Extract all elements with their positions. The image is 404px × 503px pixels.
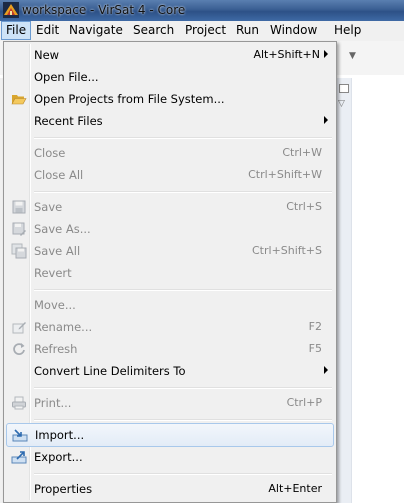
app-icon <box>3 2 19 18</box>
menu-item-import[interactable]: Import... <box>6 423 334 447</box>
menu-item-close-all[interactable]: Close All Ctrl+Shift+W <box>6 164 334 186</box>
view-menu-icon[interactable]: ▽ <box>338 99 345 109</box>
menu-item-refresh[interactable]: Refresh F5 <box>6 338 334 360</box>
save-as-icon <box>12 222 26 236</box>
menu-item-label: Save As... <box>34 222 91 236</box>
file-menu: New Alt+Shift+N Open File... Open Projec… <box>3 41 337 503</box>
menu-item-label: Refresh <box>34 342 78 356</box>
save-all-icon <box>11 243 27 259</box>
menu-item-save[interactable]: Save Ctrl+S <box>6 196 334 218</box>
menu-item-accelerator: Ctrl+P <box>286 396 322 409</box>
menu-item-accelerator: Ctrl+Shift+W <box>248 168 322 181</box>
menu-item-accelerator: Alt+Enter <box>268 482 322 495</box>
refresh-icon <box>13 343 25 355</box>
submenu-arrow-icon <box>324 116 328 124</box>
minimize-icon[interactable] <box>339 84 349 93</box>
menu-run[interactable]: Run <box>232 22 263 39</box>
menu-item-move[interactable]: Move... <box>6 294 334 316</box>
menu-item-accelerator: Ctrl+W <box>282 146 322 159</box>
menu-item-label: Import... <box>35 428 85 442</box>
menu-item-print[interactable]: Print... Ctrl+P <box>6 392 334 414</box>
menu-help[interactable]: Help <box>330 22 365 39</box>
menu-item-label: New <box>34 48 60 62</box>
menu-item-accelerator: Ctrl+S <box>286 200 322 213</box>
menu-item-recent-files[interactable]: Recent Files <box>6 110 334 132</box>
menu-item-label: Print... <box>34 396 72 410</box>
menu-item-label: Save <box>34 200 63 214</box>
menu-bar: File Edit Navigate Search Project Run Wi… <box>0 21 404 42</box>
menu-item-label: Export... <box>34 450 83 464</box>
title-bar: workspace - VirSat 4 - Core <box>0 0 404 21</box>
perspective-dropdown-icon[interactable]: ▼ <box>349 51 356 61</box>
menu-item-label: Open Projects from File System... <box>34 92 225 106</box>
submenu-arrow-icon <box>324 50 328 58</box>
menu-search[interactable]: Search <box>129 22 178 39</box>
menu-edit[interactable]: Edit <box>32 22 63 39</box>
menu-item-label: Close All <box>34 168 84 182</box>
menu-item-accelerator: Alt+Shift+N <box>253 48 320 61</box>
rename-icon <box>12 322 26 334</box>
menu-item-label: Convert Line Delimiters To <box>34 364 186 378</box>
menu-item-label: Recent Files <box>34 114 103 128</box>
menu-item-convert-line-delimiters[interactable]: Convert Line Delimiters To <box>6 360 334 382</box>
menu-item-save-all[interactable]: Save All Ctrl+Shift+S <box>6 240 334 262</box>
menu-separator <box>34 137 332 139</box>
menu-item-close[interactable]: Close Ctrl+W <box>6 142 334 164</box>
folder-open-icon <box>11 95 27 105</box>
window-title: workspace - VirSat 4 - Core <box>22 3 186 17</box>
menu-separator <box>34 191 332 193</box>
submenu-arrow-icon <box>324 366 328 374</box>
editor-area <box>351 78 404 503</box>
menu-separator <box>34 387 332 389</box>
print-icon <box>12 396 26 410</box>
menu-item-export[interactable]: Export... <box>6 446 334 468</box>
menu-item-label: Revert <box>34 266 72 280</box>
menu-item-label: Open File... <box>34 70 99 84</box>
menu-separator <box>34 289 332 291</box>
menu-item-revert[interactable]: Revert <box>6 262 334 284</box>
side-panel <box>336 78 351 503</box>
menu-separator <box>34 419 332 421</box>
menu-item-accelerator: F5 <box>308 342 322 355</box>
menu-item-open-projects[interactable]: Open Projects from File System... <box>6 88 334 110</box>
menu-item-rename[interactable]: Rename... F2 <box>6 316 334 338</box>
export-icon <box>11 451 27 464</box>
menu-separator <box>34 473 332 475</box>
menu-item-accelerator: F2 <box>308 320 322 333</box>
menu-item-label: Rename... <box>34 320 93 334</box>
menu-item-label: Save All <box>34 244 81 258</box>
menu-window[interactable]: Window <box>266 22 321 39</box>
menu-item-new[interactable]: New Alt+Shift+N <box>6 44 334 66</box>
menu-item-label: Properties <box>34 482 93 496</box>
menu-item-properties[interactable]: Properties Alt+Enter <box>6 478 334 500</box>
menu-item-label: Move... <box>34 298 76 312</box>
menu-item-open-file[interactable]: Open File... <box>6 66 334 88</box>
save-icon <box>12 200 26 214</box>
menu-item-accelerator: Ctrl+Shift+S <box>252 244 322 257</box>
menu-item-save-as[interactable]: Save As... <box>6 218 334 240</box>
menu-project[interactable]: Project <box>181 22 230 39</box>
menu-item-label: Close <box>34 146 66 160</box>
menu-file[interactable]: File <box>1 21 32 40</box>
menu-navigate[interactable]: Navigate <box>65 22 127 39</box>
import-icon <box>12 429 28 442</box>
